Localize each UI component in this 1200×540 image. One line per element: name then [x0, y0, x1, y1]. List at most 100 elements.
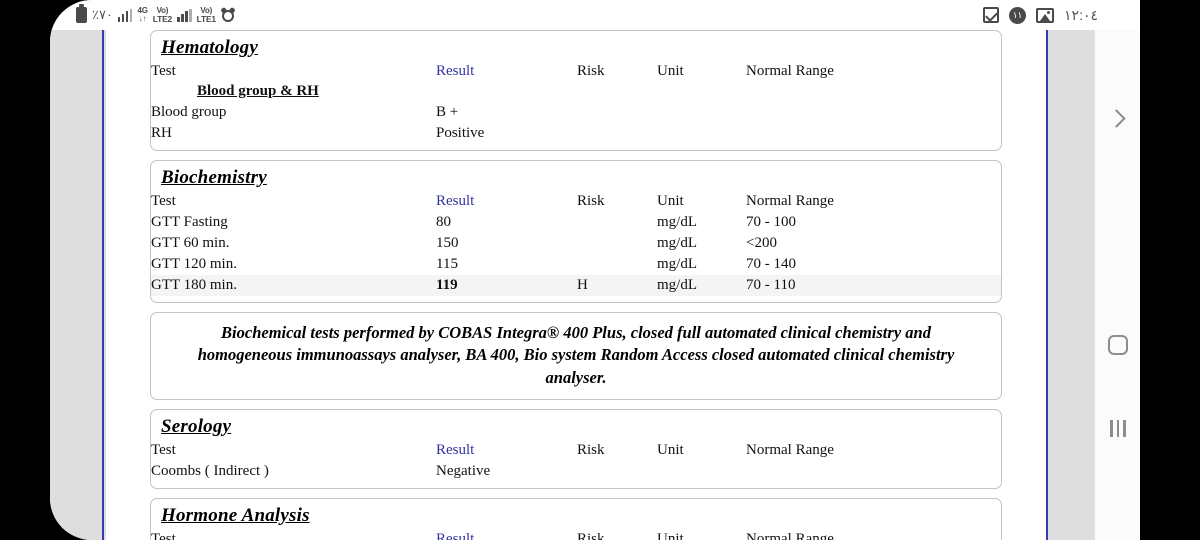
checkbox-icon — [983, 7, 1000, 23]
report-section-card: Serology Test Result Risk Unit Normal Range Co… — [150, 408, 1002, 489]
column-header-unit: Unit — [657, 530, 684, 540]
column-header-result: Result — [436, 441, 475, 458]
sim1-data-arrows: ↓↑ — [138, 14, 147, 23]
cell-test: GTT 60 min. — [151, 235, 230, 251]
column-header-test: Test — [151, 193, 176, 209]
table-row: RH Positive — [151, 123, 1001, 144]
cell-test: GTT 120 min. — [151, 256, 237, 272]
column-header-risk: Risk — [577, 63, 605, 79]
analyser-note-text: Biochemical tests performed by COBAS Int… — [197, 323, 955, 387]
cell-range: <200 — [746, 235, 777, 251]
status-bar-right: ١١ ١٢:٠٤ — [983, 0, 1098, 30]
cell-risk: H — [577, 275, 657, 296]
table-header-row: Test Result Risk Unit Normal Range — [151, 440, 1001, 461]
table-row: GTT 60 min. 150 mg/dL <200 — [151, 233, 1001, 254]
results-table: TestResultRiskUnitNormal RangeTotal Thyr… — [151, 529, 1001, 540]
column-header-result: Result — [436, 193, 475, 209]
column-header-range: Normal Range — [746, 441, 834, 458]
cell-risk — [577, 123, 657, 144]
phone-screen: ٪٧٠ 4G ↓↑ Vo) LTE2 Vo) LTE1 ١١ ١٢:٠٤ Hem… — [50, 0, 1140, 540]
cell-risk — [577, 102, 657, 123]
column-header-range: Normal Range — [746, 530, 834, 540]
cell-unit: mg/dL — [657, 275, 746, 296]
status-bar: ٪٧٠ 4G ↓↑ Vo) LTE2 Vo) LTE1 ١١ ١٢:٠٤ — [50, 0, 1140, 30]
column-header-risk: Risk — [577, 193, 605, 209]
sim2-volte-label: LTE1 — [196, 14, 217, 24]
column-header-range: Normal Range — [746, 193, 834, 209]
column-header-range: Normal Range — [746, 63, 834, 79]
sim1-network-indicator: 4G ↓↑ — [137, 7, 147, 23]
cell-test: Blood group — [151, 104, 227, 120]
column-header-test: Test — [151, 530, 176, 540]
cell-risk — [577, 233, 657, 254]
column-header-test: Test — [151, 63, 176, 79]
cell-unit — [657, 461, 746, 482]
notification-badge: ١١ — [1009, 6, 1027, 24]
table-header-row: Test Result Risk Unit Normal Range — [151, 191, 1001, 212]
cell-test: Coombs ( Indirect ) — [151, 462, 269, 479]
results-table: Test Result Risk Unit Normal Range Coombs ( I… — [151, 440, 1001, 482]
table-row: GTT 180 min. 119 Hmg/dL 70 - 110 — [151, 275, 1001, 296]
sim1-volte-indicator: Vo) LTE2 — [152, 7, 173, 24]
analyser-note-card: Biochemical tests performed by COBAS Int… — [150, 312, 1002, 400]
column-header-risk: Risk — [577, 441, 605, 458]
cell-test: GTT Fasting — [151, 214, 228, 230]
table-header-row: Test Result Risk Unit Normal Range — [151, 529, 1001, 540]
report-section-card: Hormone Analysis Test Result Risk Unit Normal… — [150, 497, 1002, 540]
column-header-unit: Unit — [657, 193, 684, 209]
report-section-card: Hematology Test Result Risk Unit Normal Range… — [150, 30, 1002, 151]
cell-unit — [657, 102, 746, 123]
table-row: Coombs ( Indirect ) Negative — [151, 461, 1001, 482]
cell-result: Positive — [436, 125, 485, 141]
cell-result: 80 — [436, 214, 451, 230]
image-icon — [1036, 7, 1055, 23]
panel-subheader: Blood group & RH — [197, 83, 319, 99]
column-header-result: Result — [436, 63, 475, 79]
page-left-margin — [50, 30, 104, 540]
lab-report-page[interactable]: Hematology Test Result Risk Unit Normal Range… — [106, 30, 1046, 540]
cell-risk — [577, 461, 657, 482]
section-title: Serology — [161, 415, 232, 437]
status-bar-clock: ١٢:٠٤ — [1064, 6, 1098, 23]
cell-result: 150 — [436, 235, 459, 251]
table-header-row: Test Result Risk Unit Normal Range — [151, 61, 1001, 82]
sim2-volte-indicator: Vo) LTE1 — [196, 7, 217, 24]
cell-result: B + — [436, 104, 459, 120]
cell-range: 70 - 100 — [746, 214, 796, 230]
column-header-unit: Unit — [657, 441, 684, 458]
battery-icon — [76, 4, 87, 23]
subheader-row: Blood group & RH — [151, 82, 1001, 102]
battery-percent-label: ٪٧٠ — [92, 7, 113, 22]
table-row: GTT 120 min. 115 mg/dL 70 - 140 — [151, 254, 1001, 275]
cell-unit — [657, 123, 746, 144]
column-header-unit: Unit — [657, 63, 684, 79]
results-table: Test Result Risk Unit Normal Range Blood grou… — [151, 61, 1001, 144]
results-table: Test Result Risk Unit Normal Range GTT Fastin… — [151, 191, 1001, 296]
recents-bars-icon[interactable] — [1095, 405, 1140, 451]
android-navigation-bar — [1094, 30, 1140, 540]
cell-unit: mg/dL — [657, 235, 697, 251]
cell-range — [746, 102, 1001, 123]
cell-result: 119 — [436, 275, 577, 296]
cell-range: 70 - 110 — [746, 275, 1001, 296]
report-body: Hematology Test Result Risk Unit Normal Range… — [106, 30, 1046, 540]
section-title: Biochemistry — [161, 167, 267, 188]
sim1-volte-label: LTE2 — [152, 14, 173, 24]
cell-unit: mg/dL — [657, 214, 697, 230]
cell-result: 115 — [436, 256, 458, 272]
cell-range — [746, 461, 1001, 482]
section-title: Hormone Analysis — [161, 504, 310, 526]
back-chevron-icon[interactable] — [1095, 95, 1140, 141]
status-bar-left: ٪٧٠ 4G ↓↑ Vo) LTE2 Vo) LTE1 — [76, 0, 236, 30]
table-row: Blood group B + — [151, 102, 1001, 123]
column-header-test: Test — [151, 441, 176, 458]
alarm-icon — [220, 6, 236, 22]
home-square-icon[interactable] — [1095, 322, 1140, 368]
signal-bars-icon-sim2 — [177, 8, 192, 22]
report-section-card: Biochemistry Test Result Risk Unit Normal Ran… — [150, 160, 1002, 303]
cell-range — [746, 123, 1001, 144]
cell-range: 70 - 140 — [746, 256, 796, 272]
cell-unit: mg/dL — [657, 256, 697, 272]
cell-result: Negative — [436, 462, 491, 479]
document-viewer[interactable]: Hematology Test Result Risk Unit Normal Range… — [50, 30, 1140, 540]
